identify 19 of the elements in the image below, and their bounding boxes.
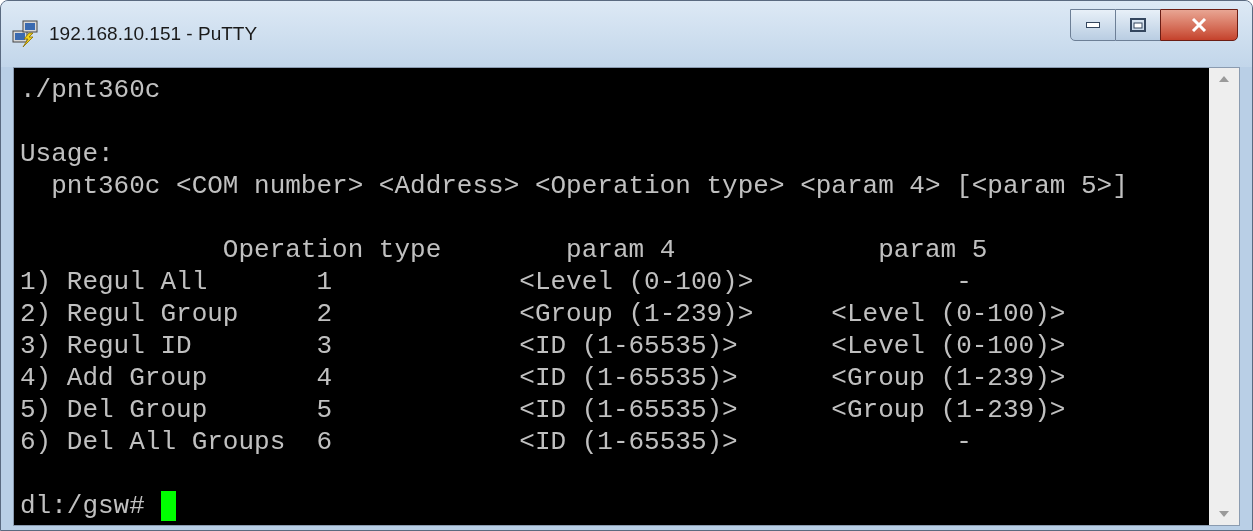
terminal-line: 6) Del All Groups 6 <ID (1-65535)> - [20,427,972,457]
close-button[interactable] [1160,9,1238,41]
window-title: 192.168.10.151 - PuTTY [49,21,258,46]
minimize-button[interactable] [1070,9,1116,41]
minimize-icon [1086,22,1100,28]
terminal-line: 1) Regul All 1 <Level (0-100)> - [20,267,972,297]
terminal-line: Usage: [20,139,114,169]
terminal-line: 5) Del Group 5 <ID (1-65535)> <Group (1-239)> [20,395,1066,425]
terminal-line: 4) Add Group 4 <ID (1-65535)> <Group (1-239)> [20,363,1066,393]
terminal-line: Operation type param 4 param 5 [221,235,988,265]
maximize-button[interactable] [1116,9,1160,41]
terminal-line: pnt360c <COM number> <Address> <Operation type> <param 4> [<param 5>] [50,171,1128,201]
terminal-line: 2) Regul Group 2 <Group (1-239)> <Level (0-100)> [20,299,1066,329]
shell-prompt: dl:/gsw# [20,490,145,522]
terminal-line: ./pnt360c [20,75,161,105]
terminal-line: 3) Regul ID 3 <ID (1-65535)> <Level (0-100)> [20,331,1066,361]
close-icon [1191,18,1207,32]
networked-computers-icon [11,19,41,49]
maximize-icon [1130,18,1146,32]
